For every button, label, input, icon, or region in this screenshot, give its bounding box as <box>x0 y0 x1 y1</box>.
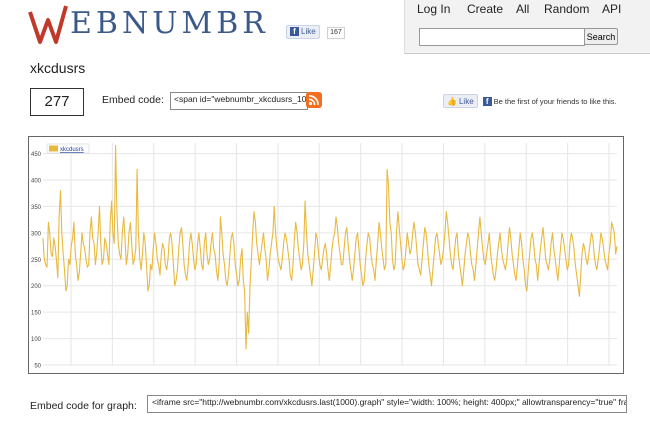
fb-like-row: 👍 Like f Be the first of your friends to… <box>443 94 617 108</box>
search-button[interactable]: Search <box>584 28 618 45</box>
fb-like-label-2: Like <box>458 96 474 106</box>
graph-embed-field[interactable]: <iframe src="http://webnumbr.com/xkcdusr… <box>147 395 627 413</box>
legend-entry: xkcdusrs <box>60 147 84 153</box>
chart-svg: 50100150200250300350400450Apr 14Apr 17Ap… <box>31 143 618 370</box>
embed-code-field[interactable]: <span id="webnumbr_xkcdusrs_10 <box>170 92 308 110</box>
y-tick-label: 350 <box>31 205 42 211</box>
page-title: xkcdusrs <box>30 60 86 76</box>
current-count: 277 <box>30 88 84 116</box>
nav-random[interactable]: Random <box>544 2 589 16</box>
series-line-xkcdusrs <box>42 145 618 350</box>
facebook-icon: f <box>290 27 299 36</box>
search-input[interactable] <box>419 28 585 46</box>
y-tick-label: 250 <box>31 258 42 264</box>
legend-swatch <box>49 145 58 152</box>
nav-login[interactable]: Log In <box>417 2 450 16</box>
fb-like-button[interactable]: f Like <box>286 24 320 39</box>
y-tick-label: 200 <box>31 284 42 290</box>
chart: 50100150200250300350400450Apr 14Apr 17Ap… <box>28 136 624 374</box>
fb-like-button-2[interactable]: 👍 Like <box>443 94 478 108</box>
y-tick-label: 450 <box>31 152 42 158</box>
graph-embed-label: Embed code for graph: <box>30 400 137 412</box>
thumbs-up-icon: 👍 <box>447 96 457 106</box>
nav-create[interactable]: Create <box>467 2 503 16</box>
nav-api[interactable]: API <box>602 2 621 16</box>
y-tick-label: 400 <box>31 179 42 185</box>
y-tick-label: 300 <box>31 231 42 237</box>
logo-w-icon <box>28 5 68 44</box>
facebook-icon-2: f <box>482 96 492 106</box>
y-tick-label: 100 <box>31 337 42 343</box>
logo-text: EBNUMBR <box>70 6 269 41</box>
rss-icon[interactable] <box>306 92 322 108</box>
rss-glyph <box>308 95 319 106</box>
fb-header-like[interactable]: f Like 167 <box>286 21 345 39</box>
nav-all[interactable]: All <box>516 2 529 16</box>
y-tick-label: 150 <box>31 311 42 317</box>
fb-like-count: 167 <box>327 27 345 39</box>
webnumbr-logo[interactable]: EBNUMBR <box>28 2 278 46</box>
top-nav-panel: Log In Create All Random API Search <box>404 0 650 54</box>
embed-code-label: Embed code: <box>102 94 164 106</box>
y-tick-label: 50 <box>34 364 41 370</box>
fb-like-text: Be the first of your friends to like thi… <box>493 96 617 106</box>
fb-like-label: Like <box>301 27 316 36</box>
